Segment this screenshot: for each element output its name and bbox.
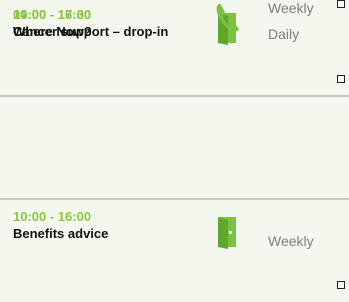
session-frequency: Weekly (268, 233, 314, 249)
select-checkbox[interactable] (337, 281, 345, 289)
divider (0, 95, 349, 97)
session-item[interactable]: 14:00 - 16:30 Where Now? Weekly (0, 0, 349, 90)
select-checkbox[interactable] (337, 0, 345, 8)
session-time: 14:00 - 16:30 (13, 7, 92, 22)
phone-icon (213, 0, 241, 36)
session-time: 10:00 - 16:00 (13, 209, 92, 224)
divider (0, 198, 349, 200)
session-frequency: Weekly (268, 0, 314, 16)
session-item[interactable]: 10:00 - 16:00 Benefits advice Weekly (0, 202, 349, 292)
door-icon (213, 214, 241, 250)
session-title[interactable]: Benefits advice (13, 225, 188, 243)
session-title[interactable]: Where Now? (13, 23, 188, 41)
session-list: 09:00 - 17:00 Cancer support – drop-in D… (0, 0, 349, 302)
